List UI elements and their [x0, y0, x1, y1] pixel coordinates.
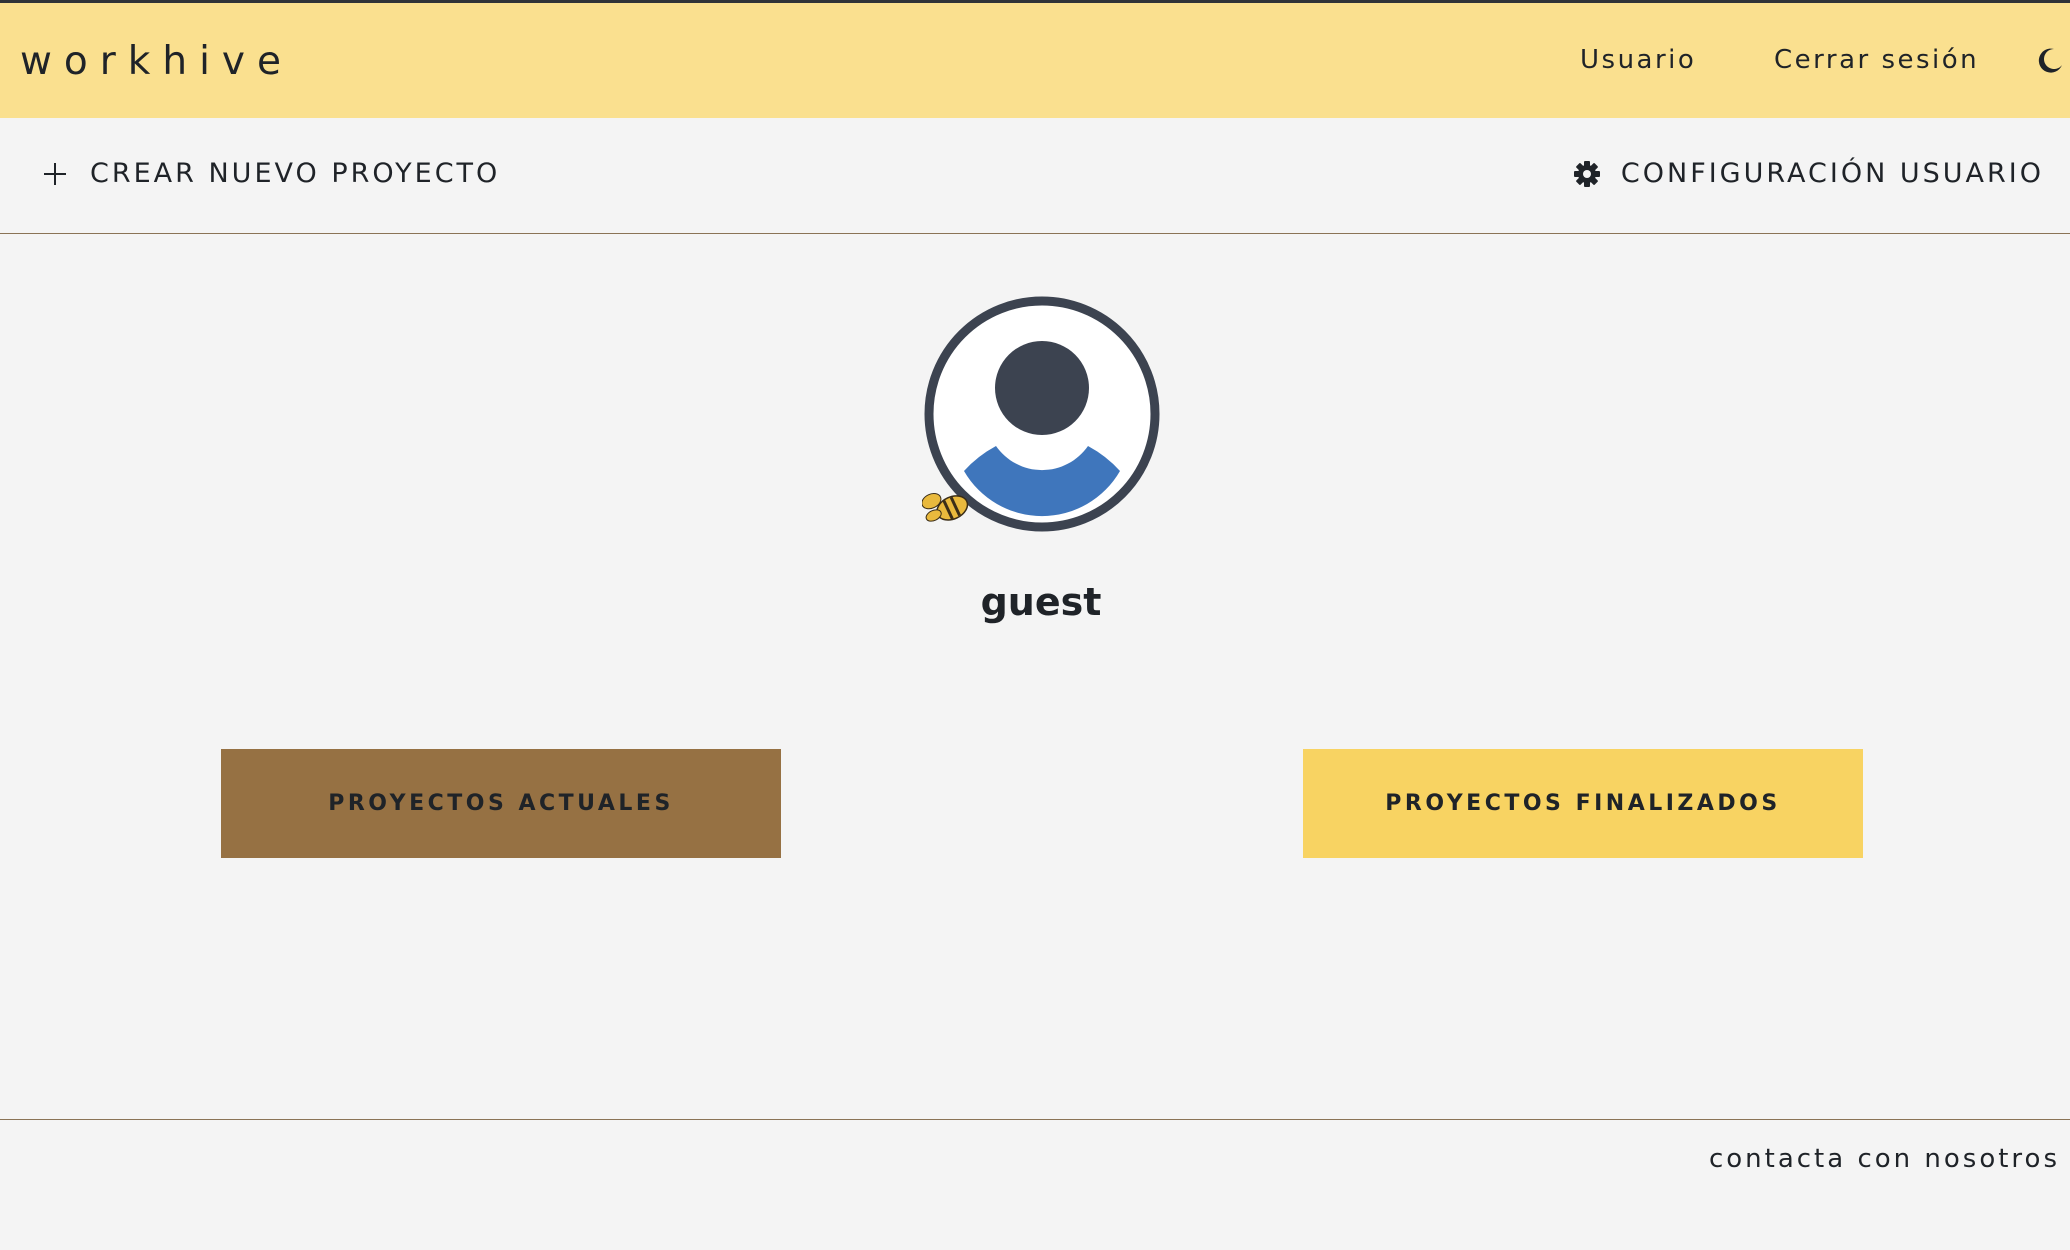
user-avatar-icon	[922, 296, 1160, 532]
plus-icon	[42, 161, 68, 187]
create-project-button[interactable]: CREAR NUEVO PROYECTO	[42, 158, 500, 189]
username: guest	[980, 580, 1102, 624]
user-settings-button[interactable]: CONFIGURACIÓN USUARIO	[1573, 158, 2044, 189]
nav-user-link[interactable]: Usuario	[1580, 45, 1696, 75]
moon-icon[interactable]	[2036, 47, 2064, 75]
user-settings-label: CONFIGURACIÓN USUARIO	[1620, 158, 2044, 189]
gear-icon	[1573, 160, 1600, 187]
action-bar: CREAR NUEVO PROYECTO CONFIGURACIÓN USUAR…	[0, 118, 2070, 234]
current-projects-button[interactable]: PROYECTOS ACTUALES	[221, 749, 781, 858]
nav-logout-link[interactable]: Cerrar sesión	[1774, 45, 1979, 75]
contact-link[interactable]: contacta con nosotros	[1709, 1144, 2060, 1174]
create-project-label: CREAR NUEVO PROYECTO	[90, 158, 501, 189]
brand-logo[interactable]: workhive	[20, 39, 293, 84]
footer: contacta con nosotros	[0, 1119, 2070, 1250]
finished-projects-button[interactable]: PROYECTOS FINALIZADOS	[1303, 749, 1863, 858]
top-header: workhive Usuario Cerrar sesión	[0, 0, 2070, 118]
